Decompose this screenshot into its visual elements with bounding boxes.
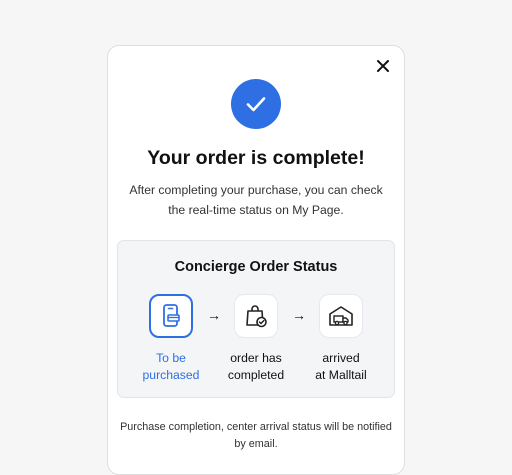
close-icon [377,60,389,72]
email-notification-note: Purchase completion, center arrival stat… [120,421,392,450]
step-label-arrived-malltail: arrived at Malltail [315,351,367,382]
close-button[interactable] [374,57,392,75]
phone-card-icon [163,304,180,327]
step-order-completed [234,294,278,338]
modal-title: Your order is complete! [147,147,365,169]
modal-description: After completing your purchase, you can … [129,183,383,217]
concierge-status-panel: Concierge Order Status To be purchased →… [117,240,395,398]
checkmark-icon [246,97,266,112]
shopping-bag-check-icon [246,305,267,328]
step-arrow: → [292,307,306,323]
warehouse-truck-icon [329,306,353,326]
step-arrow: → [207,307,221,323]
success-checkmark-badge [231,79,281,129]
step-label-to-be-purchased: To be purchased [142,351,200,382]
status-panel-title: Concierge Order Status [174,259,338,275]
order-complete-modal: Your order is complete! After completing… [107,45,405,475]
step-label-order-completed: order has completed [227,351,285,382]
step-to-be-purchased [149,294,193,338]
step-arrived-malltail [319,294,363,338]
